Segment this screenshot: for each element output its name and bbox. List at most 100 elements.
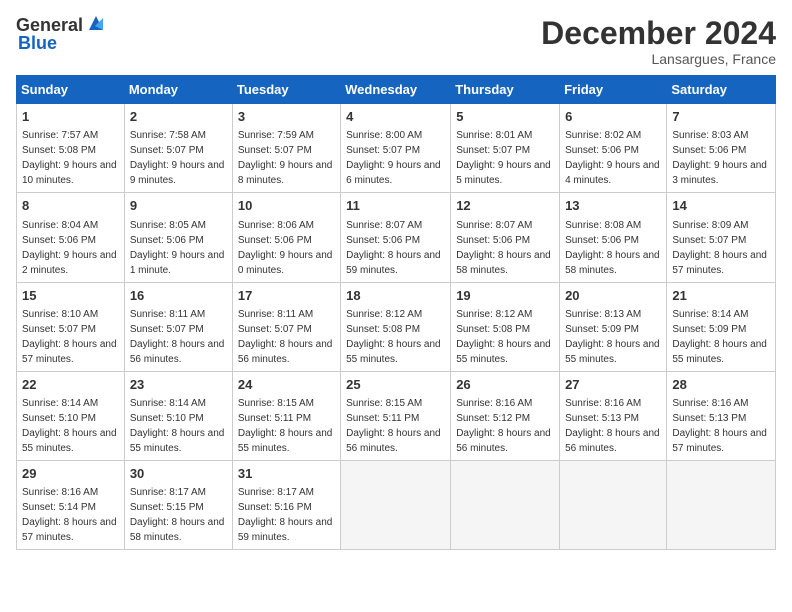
calendar-cell: 15Sunrise: 8:10 AMSunset: 5:07 PMDayligh… xyxy=(17,282,125,371)
day-info: Sunrise: 8:09 AMSunset: 5:07 PMDaylight:… xyxy=(672,220,767,276)
calendar-week-2: 8 Sunrise: 8:04 AMSunset: 5:06 PMDaylight… xyxy=(17,193,776,282)
calendar-header-row: SundayMondayTuesdayWednesdayThursdayFrid… xyxy=(17,76,776,104)
day-info: Sunrise: 8:07 AMSunset: 5:06 PMDaylight:… xyxy=(456,220,551,276)
day-number: 16 xyxy=(130,287,227,305)
day-number: 28 xyxy=(672,376,770,394)
calendar-cell xyxy=(667,460,776,549)
day-info: Sunrise: 8:16 AMSunset: 5:13 PMDaylight:… xyxy=(672,398,767,454)
day-number: 26 xyxy=(456,376,554,394)
day-number: 20 xyxy=(565,287,661,305)
calendar-cell: 24Sunrise: 8:15 AMSunset: 5:11 PMDayligh… xyxy=(232,371,340,460)
day-info: Sunrise: 8:00 AMSunset: 5:07 PMDaylight:… xyxy=(346,130,441,186)
day-number: 19 xyxy=(456,287,554,305)
calendar-cell: 9Sunrise: 8:05 AMSunset: 5:06 PMDaylight… xyxy=(124,193,232,282)
day-info: Sunrise: 7:59 AMSunset: 5:07 PMDaylight:… xyxy=(238,130,333,186)
location: Lansargues, France xyxy=(541,51,776,67)
calendar-cell: 29Sunrise: 8:16 AMSunset: 5:14 PMDayligh… xyxy=(17,460,125,549)
day-info: Sunrise: 8:14 AMSunset: 5:09 PMDaylight:… xyxy=(672,309,767,365)
day-info: Sunrise: 8:16 AMSunset: 5:12 PMDaylight:… xyxy=(456,398,551,454)
calendar-cell: 28 Sunrise: 8:16 AMSunset: 5:13 PMDayligh… xyxy=(667,371,776,460)
logo: General Blue xyxy=(16,16,107,52)
calendar-cell: 11Sunrise: 8:07 AMSunset: 5:06 PMDayligh… xyxy=(341,193,451,282)
logo-icon xyxy=(85,12,107,34)
day-number: 17 xyxy=(238,287,335,305)
day-info: Sunrise: 8:08 AMSunset: 5:06 PMDaylight:… xyxy=(565,220,660,276)
day-number: 23 xyxy=(130,376,227,394)
day-number: 30 xyxy=(130,465,227,483)
calendar-header-saturday: Saturday xyxy=(667,76,776,104)
calendar-week-5: 29Sunrise: 8:16 AMSunset: 5:14 PMDayligh… xyxy=(17,460,776,549)
calendar-cell: 23 Sunrise: 8:14 AMSunset: 5:10 PMDayligh… xyxy=(124,371,232,460)
header: General Blue December 2024 Lansargues, F… xyxy=(16,16,776,67)
calendar-table: SundayMondayTuesdayWednesdayThursdayFrid… xyxy=(16,75,776,550)
day-info: Sunrise: 8:15 AMSunset: 5:11 PMDaylight:… xyxy=(346,398,441,454)
calendar-cell: 31 Sunrise: 8:17 AMSunset: 5:16 PMDayligh… xyxy=(232,460,340,549)
calendar-cell: 30 Sunrise: 8:17 AMSunset: 5:15 PMDayligh… xyxy=(124,460,232,549)
day-number: 6 xyxy=(565,108,661,126)
calendar-cell: 6 Sunrise: 8:02 AMSunset: 5:06 PMDaylight… xyxy=(560,104,667,193)
day-number: 18 xyxy=(346,287,445,305)
day-number: 8 xyxy=(22,197,119,215)
day-info: Sunrise: 7:58 AMSunset: 5:07 PMDaylight:… xyxy=(130,130,225,186)
day-info: Sunrise: 8:02 AMSunset: 5:06 PMDaylight:… xyxy=(565,130,660,186)
calendar-cell: 19 Sunrise: 8:12 AMSunset: 5:08 PMDayligh… xyxy=(451,282,560,371)
day-info: Sunrise: 8:10 AMSunset: 5:07 PMDaylight:… xyxy=(22,309,117,365)
calendar-week-3: 15Sunrise: 8:10 AMSunset: 5:07 PMDayligh… xyxy=(17,282,776,371)
day-number: 3 xyxy=(238,108,335,126)
day-number: 13 xyxy=(565,197,661,215)
calendar-cell xyxy=(341,460,451,549)
day-info: Sunrise: 8:01 AMSunset: 5:07 PMDaylight:… xyxy=(456,130,551,186)
calendar-cell: 10 Sunrise: 8:06 AMSunset: 5:06 PMDayligh… xyxy=(232,193,340,282)
calendar-cell: 2Sunrise: 7:58 AMSunset: 5:07 PMDaylight… xyxy=(124,104,232,193)
day-number: 31 xyxy=(238,465,335,483)
calendar-week-4: 22 Sunrise: 8:14 AMSunset: 5:10 PMDayligh… xyxy=(17,371,776,460)
calendar-header-wednesday: Wednesday xyxy=(341,76,451,104)
calendar-cell: 1Sunrise: 7:57 AMSunset: 5:08 PMDaylight… xyxy=(17,104,125,193)
logo-general-text: General xyxy=(16,16,83,34)
day-info: Sunrise: 8:17 AMSunset: 5:15 PMDaylight:… xyxy=(130,487,225,543)
page-container: General Blue December 2024 Lansargues, F… xyxy=(0,0,792,558)
calendar-cell: 8 Sunrise: 8:04 AMSunset: 5:06 PMDaylight… xyxy=(17,193,125,282)
day-info: Sunrise: 8:17 AMSunset: 5:16 PMDaylight:… xyxy=(238,487,333,543)
calendar-cell: 3 Sunrise: 7:59 AMSunset: 5:07 PMDaylight… xyxy=(232,104,340,193)
day-info: Sunrise: 8:03 AMSunset: 5:06 PMDaylight:… xyxy=(672,130,767,186)
calendar-header-sunday: Sunday xyxy=(17,76,125,104)
calendar-cell: 25 Sunrise: 8:15 AMSunset: 5:11 PMDayligh… xyxy=(341,371,451,460)
day-number: 21 xyxy=(672,287,770,305)
day-number: 12 xyxy=(456,197,554,215)
day-number: 29 xyxy=(22,465,119,483)
day-number: 5 xyxy=(456,108,554,126)
day-info: Sunrise: 8:06 AMSunset: 5:06 PMDaylight:… xyxy=(238,220,333,276)
day-number: 25 xyxy=(346,376,445,394)
month-title: December 2024 xyxy=(541,16,776,51)
day-info: Sunrise: 8:16 AMSunset: 5:13 PMDaylight:… xyxy=(565,398,660,454)
day-info: Sunrise: 8:12 AMSunset: 5:08 PMDaylight:… xyxy=(456,309,551,365)
calendar-cell: 17 Sunrise: 8:11 AMSunset: 5:07 PMDayligh… xyxy=(232,282,340,371)
calendar-cell: 7 Sunrise: 8:03 AMSunset: 5:06 PMDaylight… xyxy=(667,104,776,193)
day-info: Sunrise: 8:14 AMSunset: 5:10 PMDaylight:… xyxy=(130,398,225,454)
day-number: 4 xyxy=(346,108,445,126)
day-number: 22 xyxy=(22,376,119,394)
day-info: Sunrise: 8:13 AMSunset: 5:09 PMDaylight:… xyxy=(565,309,660,365)
calendar-cell: 4 Sunrise: 8:00 AMSunset: 5:07 PMDaylight… xyxy=(341,104,451,193)
calendar-cell: 16Sunrise: 8:11 AMSunset: 5:07 PMDayligh… xyxy=(124,282,232,371)
title-area: December 2024 Lansargues, France xyxy=(541,16,776,67)
day-number: 14 xyxy=(672,197,770,215)
calendar-week-1: 1Sunrise: 7:57 AMSunset: 5:08 PMDaylight… xyxy=(17,104,776,193)
calendar-cell: 21 Sunrise: 8:14 AMSunset: 5:09 PMDayligh… xyxy=(667,282,776,371)
day-info: Sunrise: 8:12 AMSunset: 5:08 PMDaylight:… xyxy=(346,309,441,365)
day-number: 7 xyxy=(672,108,770,126)
calendar-cell: 27Sunrise: 8:16 AMSunset: 5:13 PMDayligh… xyxy=(560,371,667,460)
day-info: Sunrise: 8:04 AMSunset: 5:06 PMDaylight:… xyxy=(22,220,117,276)
calendar-cell: 13 Sunrise: 8:08 AMSunset: 5:06 PMDayligh… xyxy=(560,193,667,282)
calendar-cell xyxy=(451,460,560,549)
day-info: Sunrise: 8:11 AMSunset: 5:07 PMDaylight:… xyxy=(238,309,333,365)
day-number: 24 xyxy=(238,376,335,394)
calendar-cell: 22Sunrise: 8:14 AMSunset: 5:10 PMDayligh… xyxy=(17,371,125,460)
logo-blue-text: Blue xyxy=(18,34,107,52)
day-number: 1 xyxy=(22,108,119,126)
day-number: 10 xyxy=(238,197,335,215)
calendar-cell: 26 Sunrise: 8:16 AMSunset: 5:12 PMDayligh… xyxy=(451,371,560,460)
day-number: 11 xyxy=(346,197,445,215)
calendar-header-friday: Friday xyxy=(560,76,667,104)
